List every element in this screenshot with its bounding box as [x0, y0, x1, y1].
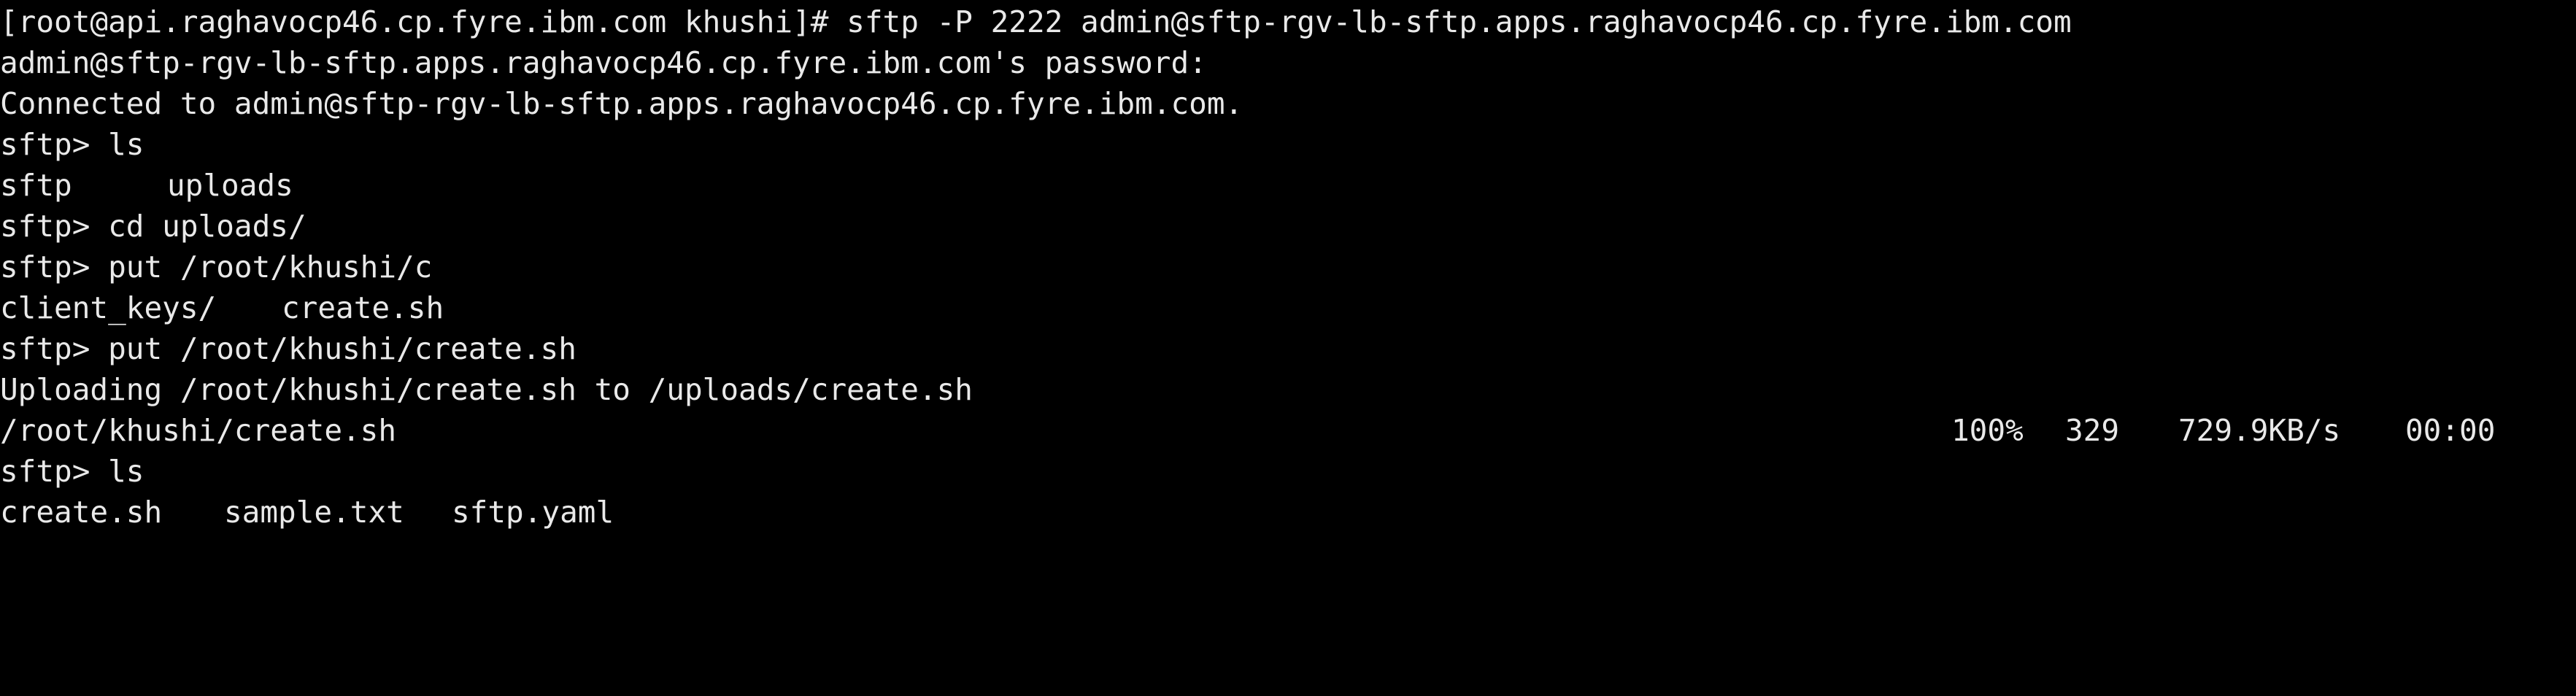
terminal-line-uploading-message: Uploading /root/khushi/create.sh to /upl… — [0, 369, 2576, 410]
terminal-line-ls-command: sftp> ls — [0, 124, 2576, 165]
password-prompt-text: admin@sftp-rgv-lb-sftp.apps.raghavocp46.… — [0, 45, 1207, 80]
terminal-line-put-command: sftp> put /root/khushi/create.sh — [0, 328, 2576, 369]
terminal-line-ls-command-2: sftp> ls — [0, 451, 2576, 492]
completion-entry-create-sh: create.sh — [282, 290, 444, 325]
terminal-line-transfer-progress: /root/khushi/create.sh 100% 329 729.9KB/… — [0, 410, 2576, 451]
terminal-line-cd-command: sftp> cd uploads/ — [0, 206, 2576, 247]
ls-entry-create-sh: create.sh — [0, 495, 163, 530]
transfer-file-path: /root/khushi/create.sh — [0, 413, 397, 448]
terminal-line-ls-output: sftp uploads — [0, 165, 2576, 206]
connected-message-text: Connected to admin@sftp-rgv-lb-sftp.apps… — [0, 86, 1243, 121]
ls-entry-sample-txt: sample.txt — [224, 495, 404, 530]
sftp-prompt-cd-command: sftp> cd uploads/ — [0, 209, 306, 244]
completion-entry-client-keys: client_keys/ — [0, 290, 217, 325]
terminal-line-put-partial-command: sftp> put /root/khushi/c — [0, 247, 2576, 287]
sftp-prompt-put-partial-command: sftp> put /root/khushi/c — [0, 250, 433, 285]
transfer-rate: 729.9KB/s — [2178, 413, 2341, 448]
terminal-line-ls-output-2: create.sh sample.txt sftp.yaml — [0, 492, 2576, 533]
terminal-line-connected-message: Connected to admin@sftp-rgv-lb-sftp.apps… — [0, 83, 2576, 124]
terminal-window[interactable]: [root@api.raghavocp46.cp.fyre.ibm.com kh… — [0, 0, 2576, 538]
sftp-prompt-ls-command-2: sftp> ls — [0, 454, 144, 489]
ls-entry-uploads: uploads — [167, 168, 293, 203]
terminal-line-password-prompt: admin@sftp-rgv-lb-sftp.apps.raghavocp46.… — [0, 42, 2576, 83]
transfer-eta: 00:00 — [2405, 413, 2496, 448]
sftp-prompt-put-command: sftp> put /root/khushi/create.sh — [0, 331, 576, 366]
transfer-percent: 100% — [1951, 413, 2024, 448]
shell-prompt-and-command: [root@api.raghavocp46.cp.fyre.ibm.com kh… — [0, 4, 2072, 39]
ls-entry-sftp-yaml: sftp.yaml — [452, 495, 614, 530]
terminal-line-tab-completion-output: client_keys/ create.sh — [0, 287, 2576, 328]
ls-entry-sftp: sftp — [0, 168, 72, 203]
sftp-prompt-ls-command: sftp> ls — [0, 127, 144, 162]
transfer-size: 329 — [2065, 413, 2120, 448]
uploading-message-text: Uploading /root/khushi/create.sh to /upl… — [0, 372, 973, 407]
terminal-line-sftp-connect-command: [root@api.raghavocp46.cp.fyre.ibm.com kh… — [0, 1, 2576, 42]
